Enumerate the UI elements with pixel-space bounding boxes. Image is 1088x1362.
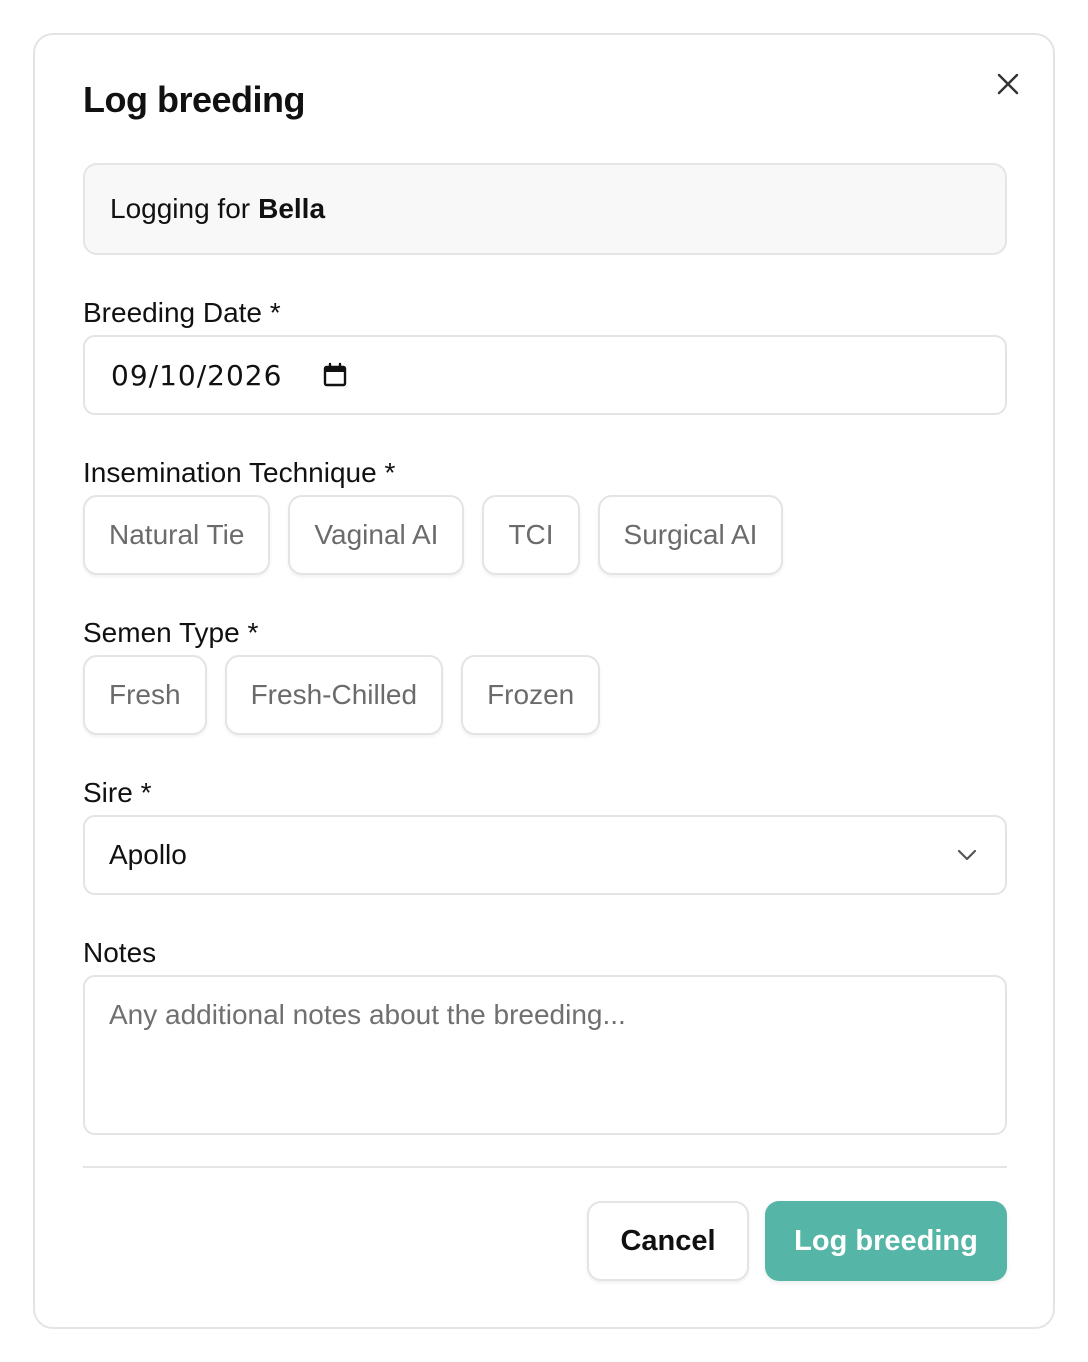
- sire-select[interactable]: Apollo: [83, 815, 1007, 895]
- cancel-button[interactable]: Cancel: [587, 1201, 749, 1281]
- close-icon: [997, 73, 1019, 95]
- technique-option-vaginal-ai[interactable]: Vaginal AI: [288, 495, 465, 575]
- technique-label: Insemination Technique *: [83, 457, 396, 488]
- notes-textarea[interactable]: [83, 975, 1007, 1135]
- technique-option-natural-tie[interactable]: Natural Tie: [83, 495, 271, 575]
- semen-option-fresh[interactable]: Fresh: [83, 655, 207, 735]
- dialog-title: Log breeding: [83, 79, 306, 120]
- dam-name: Bella: [258, 193, 326, 224]
- footer-divider: [83, 1166, 1007, 1168]
- technique-option-surgical-ai[interactable]: Surgical AI: [597, 495, 784, 575]
- semen-option-frozen[interactable]: Frozen: [461, 655, 601, 735]
- sire-selected-value: Apollo: [109, 839, 187, 870]
- log-breeding-button[interactable]: Log breeding: [765, 1201, 1007, 1281]
- close-button[interactable]: [991, 67, 1025, 101]
- notes-label: Notes: [83, 937, 157, 968]
- semen-type-label: Semen Type *: [83, 617, 259, 648]
- breeding-date-input[interactable]: 09/10/2026: [83, 335, 1007, 415]
- semen-option-fresh-chilled[interactable]: Fresh-Chilled: [224, 655, 444, 735]
- sire-label: Sire *: [83, 777, 152, 808]
- breeding-date-value: 09/10/2026: [111, 358, 283, 392]
- technique-options: Natural Tie Vaginal AI TCI Surgical AI: [83, 495, 784, 575]
- logging-for-prefix: Logging for: [110, 193, 251, 224]
- calendar-icon[interactable]: [322, 362, 348, 388]
- chevron-down-icon: [955, 843, 979, 867]
- technique-option-tci[interactable]: TCI: [482, 495, 580, 575]
- log-breeding-dialog: Log breeding Logging for Bella Breeding …: [33, 33, 1055, 1329]
- breeding-date-label: Breeding Date *: [83, 297, 281, 328]
- semen-type-options: Fresh Fresh-Chilled Frozen: [83, 655, 601, 735]
- logging-for-banner: Logging for Bella: [83, 163, 1007, 255]
